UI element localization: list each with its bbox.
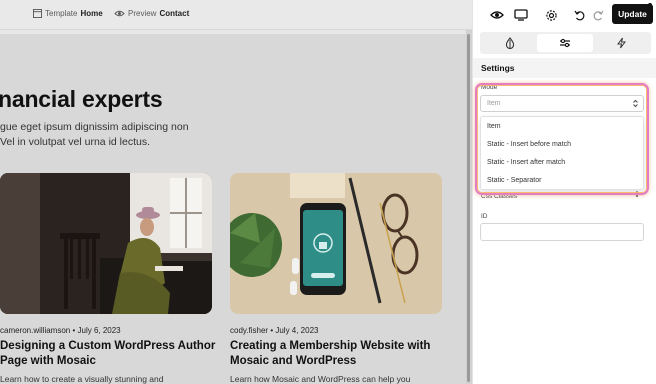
editor-window: Template Home Preview Contact nancial ex… [0,0,656,384]
preview-prefix: Preview [128,9,157,18]
responsive-button[interactable] [512,6,530,24]
tab-actions[interactable] [593,34,649,52]
post-meta: cody.fisher • July 4, 2023 [230,326,319,335]
post-image[interactable] [230,173,442,314]
post-excerpt: Learn how to create a visually stunning … [0,374,164,384]
redo-button[interactable] [589,6,607,24]
lightning-icon [616,37,626,49]
post-title-line: Mosaic and WordPress [230,355,357,367]
hero-text-line: Vel in volutpat vel urna id lectus. [0,136,151,148]
post-title-line: Designing a Custom WordPress Author [0,340,216,352]
post-meta: cameron.williamson • July 6, 2023 [0,326,121,335]
editor-canvas: Template Home Preview Contact nancial ex… [0,0,472,384]
post-title-line: Page with Mosaic [0,355,96,367]
undo-button[interactable] [571,6,589,24]
update-button[interactable]: Update [612,4,653,24]
post-title[interactable]: Designing a Custom WordPress Author Page… [0,339,215,369]
focus-highlight [475,83,649,195]
settings-button[interactable] [542,6,560,24]
eye-icon [490,11,504,19]
settings-section-title: Settings [473,58,656,78]
preview-name: Contact [159,9,190,18]
panel-toolbar: Update [473,0,656,30]
woman-writing-photo [0,173,212,314]
post-excerpt: Learn how Mosaic and WordPress can help … [230,374,411,384]
redo-icon [593,10,604,20]
template-prefix: Template [45,9,78,18]
eye-small-icon [114,10,125,17]
gear-icon [545,9,557,21]
undo-icon [574,10,585,20]
template-name: Home [80,9,103,18]
canvas-toolbar: Template Home Preview Contact [0,0,472,30]
canvas-scrollbar-thumb[interactable] [467,34,470,382]
drop-icon [505,37,515,49]
id-field[interactable] [480,223,644,241]
panel-tabs [480,32,651,54]
hero-text-line: gue eget ipsum dignissim adipiscing non [0,121,189,133]
tab-settings[interactable] [537,34,593,52]
template-indicator[interactable]: Template Home [33,9,103,18]
phone-desk-photo [230,173,442,314]
page-preview: nancial experts gue eget ipsum dignissim… [0,34,466,384]
post-title[interactable]: Creating a Membership Website with Mosai… [230,339,430,369]
hero-title: nancial experts [0,86,163,112]
desktop-icon [514,9,528,21]
tab-style[interactable] [482,34,538,52]
hero-text: gue eget ipsum dignissim adipiscing non … [0,120,220,150]
preview-indicator[interactable]: Preview Contact [114,9,189,18]
resize-handle[interactable] [648,3,652,7]
preview-button[interactable] [488,6,506,24]
id-label: ID [481,213,488,220]
post-image[interactable] [0,173,212,314]
template-icon [33,9,42,18]
post-title-line: Creating a Membership Website with [230,340,431,352]
sliders-icon [560,38,570,48]
